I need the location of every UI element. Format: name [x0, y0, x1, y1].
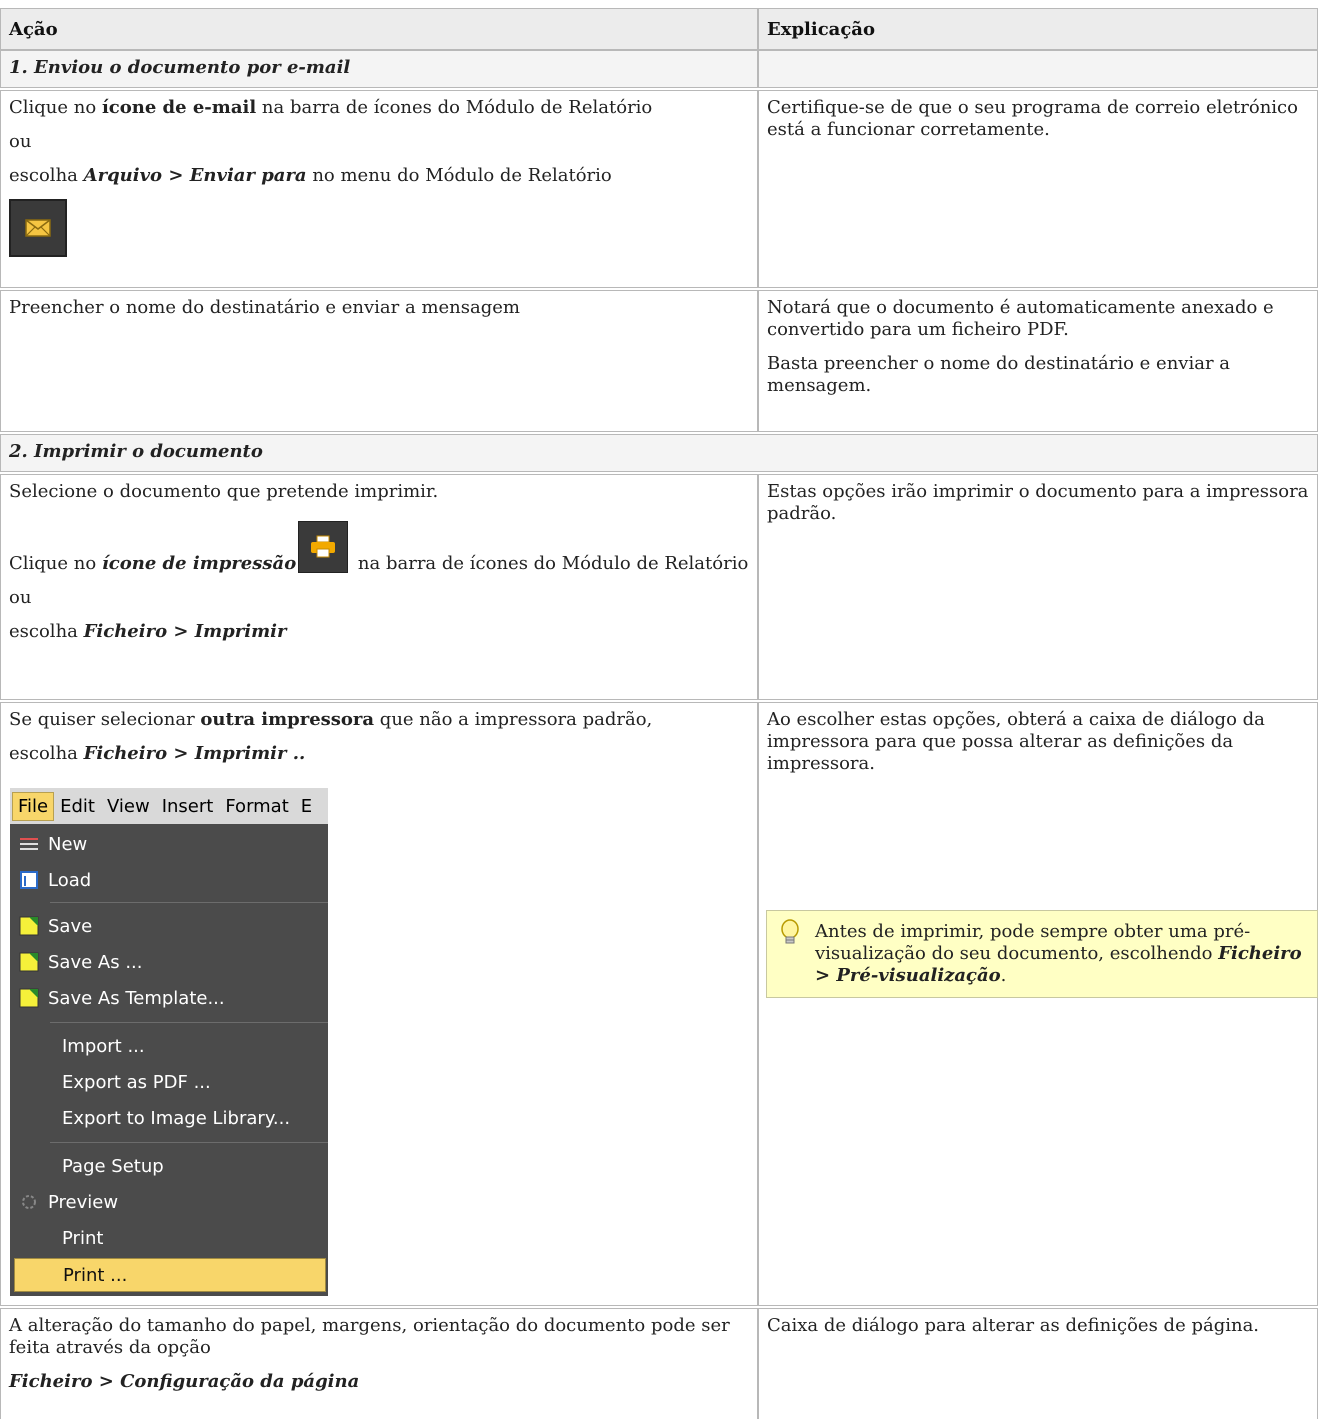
save-icon [18, 915, 40, 937]
menu-bar-format[interactable]: Format [219, 796, 294, 817]
recipient-explanation-text-2: Basta preencher o nome do destinatário e… [767, 353, 1231, 396]
email-explanation-text: Certifique-se de que o seu programa de c… [767, 97, 1298, 140]
menu-bar-edit[interactable]: Edit [54, 796, 101, 817]
tip-box: Antes de imprimir, pode sempre obter uma… [766, 910, 1318, 998]
row-recipient-action: Preencher o nome do destinatário e envia… [0, 290, 758, 432]
row-email-explanation: Certifique-se de que o seu programa de c… [758, 90, 1318, 288]
new-icon [18, 833, 40, 855]
header-col-action: Ação [0, 8, 758, 50]
other-printer-text: Se quiser selecionar outra impressora qu… [9, 709, 653, 730]
menu-item-import[interactable]: Import ... [14, 1030, 145, 1062]
lightbulb-icon [779, 919, 801, 953]
menu-bar-truncated[interactable]: E [295, 796, 318, 817]
print-toolbar-icon [298, 521, 349, 573]
menu-bar-insert[interactable]: Insert [156, 796, 220, 817]
menu-bar-view[interactable]: View [101, 796, 156, 817]
row-recipient-explanation: Notará que o documento é automaticamente… [758, 290, 1318, 432]
menu-item-print-dialog[interactable]: Print ... [14, 1258, 326, 1292]
row-page-setup-explanation: Caixa de diálogo para alterar as definiç… [758, 1308, 1318, 1419]
menu-separator [50, 1142, 328, 1143]
recipient-explanation-text-1: Notará que o documento é automaticamente… [767, 297, 1274, 340]
row-page-setup-action: A alteração do tamanho do papel, margens… [0, 1308, 758, 1419]
menu-item-load[interactable]: Load [14, 864, 91, 896]
section-email-empty [758, 50, 1318, 88]
menu-bar: File Edit View Insert Format E [10, 788, 328, 824]
page-setup-menu-step: Ficheiro > Configuração da página [9, 1371, 360, 1392]
print-explanation-text: Estas opções irão imprimir o documento p… [767, 481, 1309, 524]
header-col-explanation: Explicação [758, 8, 1318, 50]
row-email-action: Clique no ícone de e-mail na barra de íc… [0, 90, 758, 288]
save-as-icon [18, 951, 40, 973]
header-explanation-label: Explicação [767, 19, 875, 40]
menu-item-save[interactable]: Save [14, 910, 92, 942]
print-select-text: Selecione o documento que pretende impri… [9, 481, 439, 502]
other-printer-menu-step: escolha Ficheiro > Imprimir .. [9, 743, 306, 764]
file-menu-screenshot: File Edit View Insert Format E New Load … [10, 788, 328, 1296]
header-action-label: Ação [9, 19, 58, 40]
email-or-text: ou [9, 131, 32, 152]
page-setup-text: A alteração do tamanho do papel, margens… [9, 1315, 730, 1358]
section-email-title-text: 1. Enviou o documento por e-mail [9, 57, 351, 78]
menu-bar-file[interactable]: File [12, 791, 55, 821]
row-other-printer-explanation: Ao escolher estas opções, obterá a caixa… [758, 702, 1318, 1306]
recipient-action-text: Preencher o nome do destinatário e envia… [9, 297, 520, 318]
print-menu-step-text: escolha Ficheiro > Imprimir [9, 621, 287, 642]
menu-item-save-as-template[interactable]: Save As Template... [14, 982, 225, 1014]
menu-item-new[interactable]: New [14, 828, 87, 860]
other-printer-explanation-text: Ao escolher estas opções, obterá a caixa… [767, 709, 1265, 774]
page-setup-explanation-text: Caixa de diálogo para alterar as definiç… [767, 1315, 1260, 1336]
section-email-title: 1. Enviou o documento por e-mail [0, 50, 758, 88]
menu-separator [50, 902, 328, 903]
load-icon [18, 869, 40, 891]
save-as-template-icon [18, 987, 40, 1009]
print-step-text: Clique no ícone de impressão na barra de… [9, 521, 749, 575]
section-print-title-text: 2. Imprimir o documento [9, 441, 263, 462]
email-toolbar-icon [9, 199, 67, 257]
menu-item-print[interactable]: Print [14, 1222, 103, 1254]
row-print-explanation: Estas opções irão imprimir o documento p… [758, 474, 1318, 700]
email-menu-step-text: escolha Arquivo > Enviar para no menu do… [9, 165, 612, 186]
row-print-action: Selecione o documento que pretende impri… [0, 474, 758, 700]
section-print-title: 2. Imprimir o documento [0, 434, 1318, 472]
menu-item-page-setup[interactable]: Page Setup [14, 1150, 164, 1182]
print-or-text: ou [9, 587, 32, 608]
menu-item-preview[interactable]: Preview [14, 1186, 118, 1218]
menu-item-save-as[interactable]: Save As ... [14, 946, 142, 978]
preview-icon [18, 1191, 40, 1213]
menu-item-export-image-library[interactable]: Export to Image Library... [14, 1102, 290, 1134]
menu-item-export-pdf[interactable]: Export as PDF ... [14, 1066, 211, 1098]
tip-text: Antes de imprimir, pode sempre obter uma… [815, 921, 1302, 986]
menu-separator [50, 1022, 328, 1023]
email-step-text: Clique no ícone de e-mail na barra de íc… [9, 97, 653, 118]
